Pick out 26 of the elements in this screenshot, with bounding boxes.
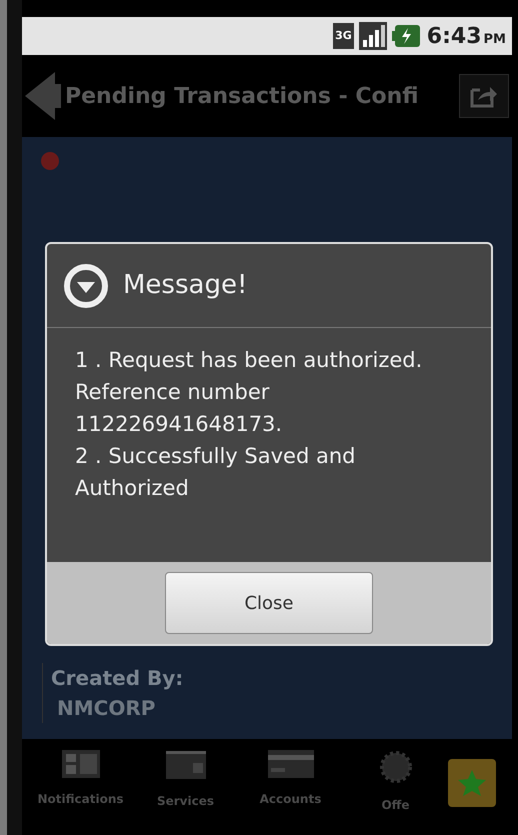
share-button[interactable] [459, 74, 509, 118]
close-button[interactable]: Close [165, 572, 373, 634]
favorites-button[interactable] [448, 759, 496, 807]
field-label: Created By: [51, 665, 184, 692]
nav-tab[interactable]: Accounts [238, 749, 343, 807]
alert-icon [40, 151, 60, 171]
battery-icon [392, 23, 420, 49]
nav-tab[interactable]: Services [133, 749, 238, 809]
network-type-indicator: 3G [333, 23, 354, 49]
dialog-title: Message! [123, 269, 248, 302]
message-text: 1 . Request has been authorized. Reference number 112226941648173. [75, 347, 424, 438]
gear-icon [378, 749, 414, 785]
contact-card-icon [60, 749, 100, 779]
star-icon [457, 768, 487, 798]
message-text: 2 . Successfully Saved and Authorized [75, 443, 356, 502]
clock: 6:43 PM [426, 22, 506, 50]
screen-title: Pending Transactions - Confi [65, 82, 420, 110]
nav-tab[interactable]: Notifications [28, 749, 133, 807]
field-value: NMCORP [57, 695, 156, 722]
signal-icon [358, 22, 387, 50]
dropdown-circle-icon [63, 262, 109, 308]
wallet-icon [164, 749, 206, 781]
nav-tab[interactable]: Offe [343, 749, 448, 813]
credit-card-icon [266, 749, 314, 779]
back-arrow-icon[interactable] [25, 70, 61, 122]
share-icon [470, 84, 498, 108]
